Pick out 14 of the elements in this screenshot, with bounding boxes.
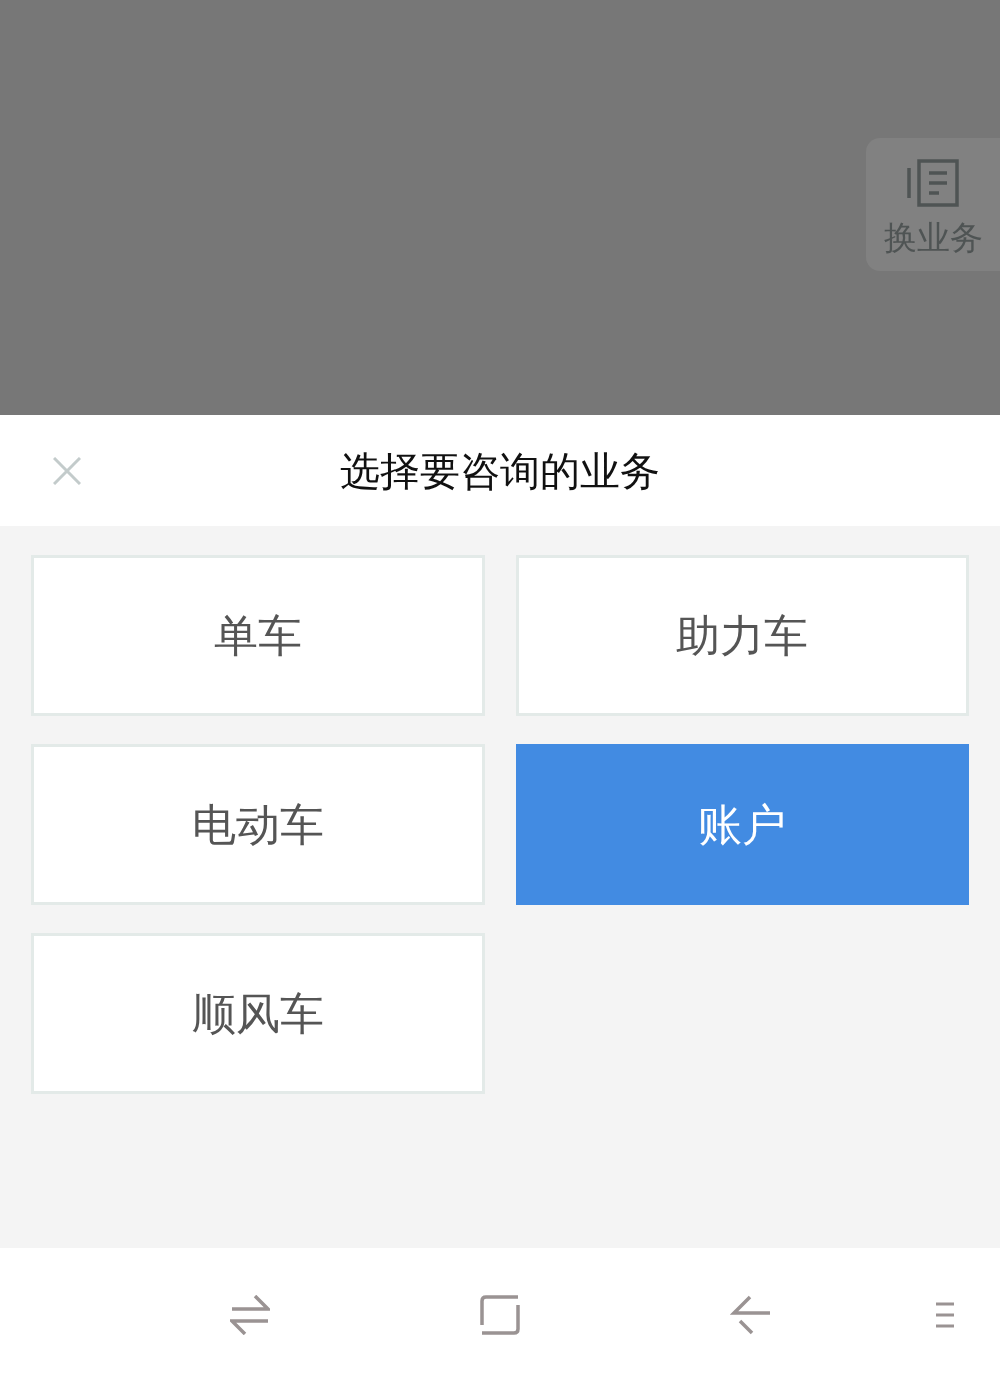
business-option[interactable]: 顺风车 xyxy=(31,933,485,1094)
sheet-title: 选择要咨询的业务 xyxy=(340,450,660,491)
menu-button[interactable] xyxy=(936,1301,954,1328)
close-icon xyxy=(53,456,81,485)
business-option[interactable]: 助力车 xyxy=(515,555,969,716)
home-button[interactable] xyxy=(480,1294,520,1335)
close-button[interactable] xyxy=(52,455,82,486)
square-icon xyxy=(480,1294,520,1335)
back-button[interactable] xyxy=(730,1294,770,1335)
list-icon xyxy=(907,159,959,207)
menu-icon xyxy=(936,1301,954,1328)
business-option[interactable]: 单车 xyxy=(31,555,485,716)
business-option[interactable]: 电动车 xyxy=(31,744,485,905)
recent-apps-button[interactable] xyxy=(230,1294,270,1335)
